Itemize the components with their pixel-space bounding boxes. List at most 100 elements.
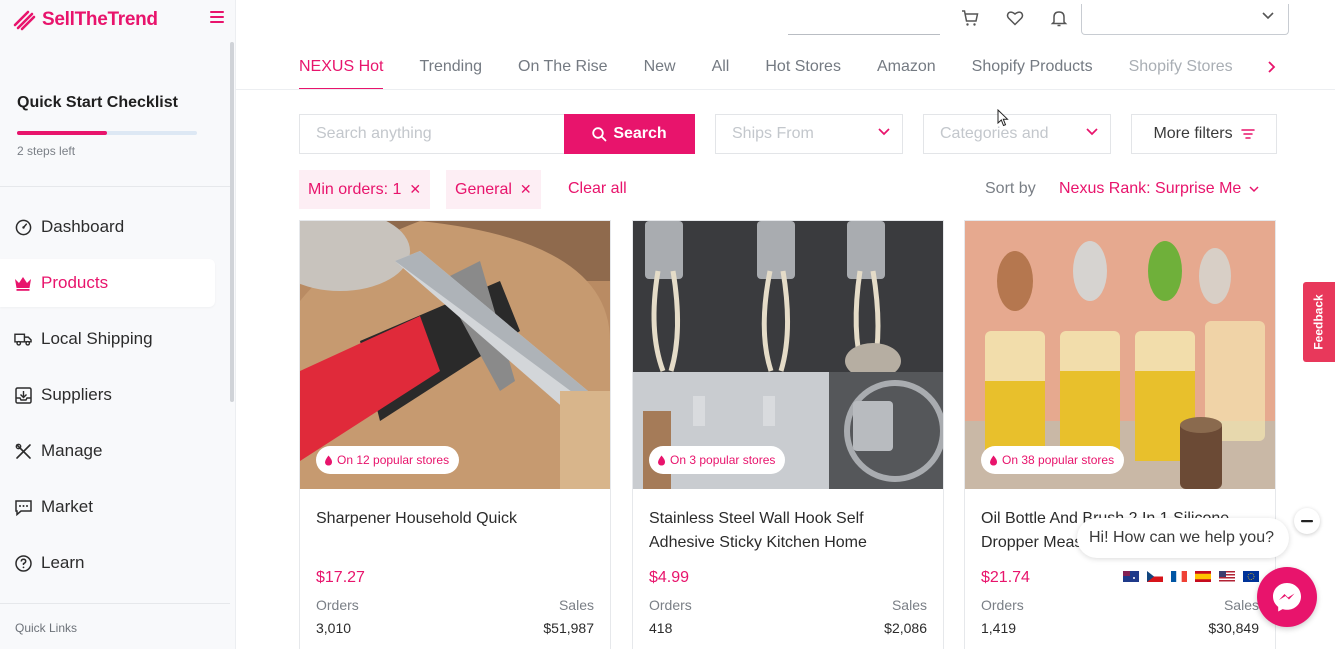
steps-left: 2 steps left (17, 144, 76, 158)
checklist-progress-fill (17, 131, 107, 135)
chat-greeting-bubble[interactable]: Hi! How can we help you? (1077, 518, 1289, 558)
product-card[interactable]: On 12 popular stores Sharpener Household… (299, 220, 611, 649)
product-image[interactable]: On 3 popular stores (633, 221, 943, 489)
flag-au-icon (1123, 571, 1139, 582)
top-search-field[interactable] (788, 4, 940, 35)
messenger-button[interactable] (1257, 567, 1317, 627)
chevron-right-icon[interactable] (1263, 58, 1279, 76)
tabs-divider (236, 89, 1335, 90)
tab-new[interactable]: New (644, 48, 676, 90)
sidebar-item-label: Market (41, 497, 93, 516)
sidebar-item-label: Local Shipping (41, 329, 153, 348)
close-icon[interactable]: ✕ (409, 181, 421, 198)
sales-label: Sales (891, 597, 927, 613)
flame-icon (990, 455, 998, 465)
cart-icon[interactable] (961, 9, 979, 27)
product-price: $21.74 (981, 569, 1030, 586)
sidebar-item-manage[interactable]: Manage (0, 427, 215, 475)
inbox-download-icon (14, 386, 32, 404)
category-tabs: NEXUS Hot Trending On The Rise New All H… (299, 48, 1279, 90)
sidebar-scrollbar[interactable] (230, 42, 234, 402)
badge-text: On 3 popular stores (670, 453, 776, 467)
sidebar-item-suppliers[interactable]: Suppliers (0, 371, 215, 419)
sales-value: $30,849 (1208, 620, 1259, 636)
minus-icon (1301, 519, 1313, 522)
chevron-down-icon (1249, 185, 1259, 192)
popular-stores-badge: On 3 popular stores (649, 446, 786, 474)
ships-from-flags (1123, 571, 1259, 582)
account-select[interactable] (1081, 4, 1289, 35)
product-price: $17.27 (316, 569, 365, 586)
ships-from-select[interactable]: Ships From (715, 114, 903, 154)
tab-shopify-stores[interactable]: Shopify Stores (1129, 48, 1233, 90)
categories-label: Categories and (940, 125, 1049, 142)
product-image[interactable]: On 12 popular stores (300, 221, 610, 489)
heart-icon[interactable] (1006, 9, 1024, 27)
sidebar-item-dashboard[interactable]: Dashboard (0, 203, 215, 251)
mouse-cursor-icon (997, 109, 1009, 127)
filter-chip-general: General ✕ (446, 170, 541, 209)
sidebar-item-learn[interactable]: Learn (0, 539, 215, 587)
clear-all-link[interactable]: Clear all (568, 180, 627, 198)
categories-select[interactable]: Categories and (923, 114, 1111, 154)
search-button[interactable]: Search (564, 114, 695, 154)
chat-icon (14, 498, 32, 516)
sort-select[interactable]: Nexus Rank: Surprise Me (1059, 180, 1259, 198)
truck-icon (14, 330, 32, 348)
sort-value: Nexus Rank: Surprise Me (1059, 180, 1242, 197)
sidebar-item-label: Manage (41, 441, 103, 460)
checklist-title: Quick Start Checklist (17, 94, 178, 111)
tools-icon (14, 442, 32, 460)
flag-es-icon (1195, 571, 1211, 582)
product-card[interactable]: On 3 popular stores Stainless Steel Wall… (632, 220, 944, 649)
filter-chip-min-orders: Min orders: 1 ✕ (299, 170, 431, 209)
flag-cz-icon (1147, 571, 1163, 582)
brand-logo[interactable]: SellTheTrend (12, 8, 158, 32)
tab-nexus-hot[interactable]: NEXUS Hot (299, 48, 384, 90)
tab-shopify-products[interactable]: Shopify Products (972, 48, 1093, 90)
flame-icon (658, 455, 666, 465)
sales-value: $2,086 (884, 620, 927, 636)
flag-eu-icon (1243, 571, 1259, 582)
messenger-icon (1273, 583, 1301, 612)
sidebar-item-products[interactable]: Products (0, 259, 215, 307)
product-title[interactable]: Stainless Steel Wall Hook Self Adhesive … (649, 507, 929, 555)
tab-trending[interactable]: Trending (419, 48, 482, 90)
flag-us-icon (1219, 571, 1235, 582)
chat-close-button[interactable] (1294, 508, 1320, 534)
menu-toggle-icon[interactable] (210, 11, 224, 23)
search-input[interactable]: Search anything (299, 114, 565, 154)
close-icon[interactable]: ✕ (520, 181, 532, 198)
sidebar-item-label: Learn (41, 553, 85, 572)
quick-start-checklist[interactable]: Quick Start Checklist 2 steps left (17, 94, 207, 158)
sidebar-item-market[interactable]: Market (0, 483, 215, 531)
checklist-progress (17, 131, 197, 135)
feedback-tab[interactable]: Feedback (1303, 282, 1335, 362)
tab-all[interactable]: All (712, 48, 730, 90)
sidebar-item-label: Suppliers (41, 385, 112, 404)
sales-label: Sales (558, 597, 594, 613)
tab-on-the-rise[interactable]: On The Rise (518, 48, 608, 90)
orders-value: 1,419 (981, 620, 1017, 636)
product-image[interactable]: On 38 popular stores (965, 221, 1275, 489)
sidebar-item-label: Dashboard (41, 217, 125, 236)
sidebar-divider (0, 603, 230, 604)
quick-links-heading: Quick Links (15, 621, 78, 635)
bell-icon[interactable] (1050, 9, 1068, 27)
more-filters-button[interactable]: More filters (1131, 114, 1277, 154)
product-title[interactable]: Sharpener Household Quick (316, 507, 596, 531)
sidebar-nav: Dashboard Products Local Shipping Suppli… (0, 203, 230, 595)
orders-value: 418 (649, 620, 673, 636)
gauge-icon (14, 218, 32, 236)
sidebar-item-local-shipping[interactable]: Local Shipping (0, 315, 215, 363)
sales-value: $51,987 (543, 620, 594, 636)
sidebar-item-label: Products (41, 273, 109, 292)
filter-icon (1240, 129, 1255, 139)
chevron-down-icon (1262, 12, 1274, 20)
product-card[interactable]: On 38 popular stores Oil Bottle And Brus… (964, 220, 1276, 649)
tab-hot-stores[interactable]: Hot Stores (765, 48, 841, 90)
ships-from-label: Ships From (732, 125, 814, 142)
tab-amazon[interactable]: Amazon (877, 48, 936, 90)
chevron-down-icon (1086, 128, 1098, 136)
flag-fr-icon (1171, 571, 1187, 582)
